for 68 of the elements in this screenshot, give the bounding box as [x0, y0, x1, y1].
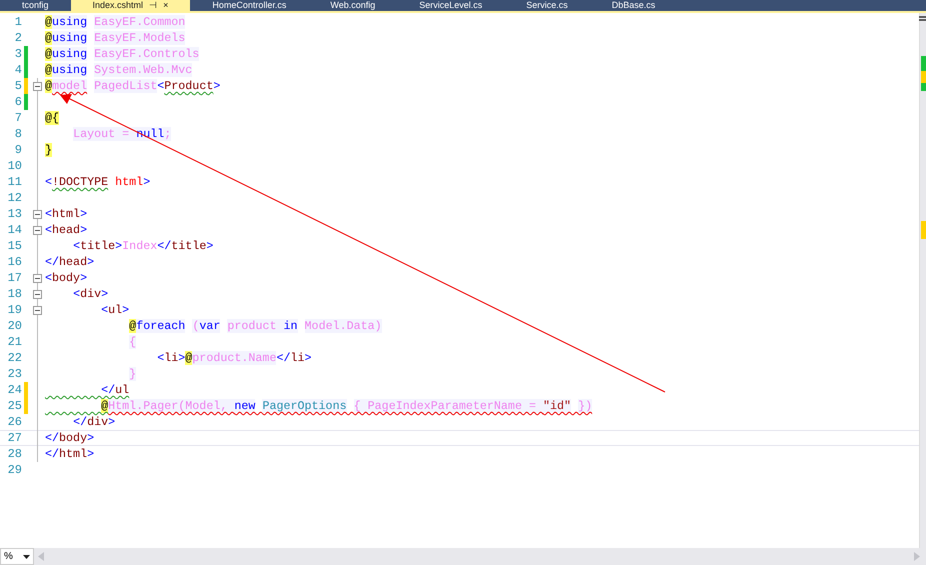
code-line: <html>: [45, 207, 88, 221]
code-line: <div>: [72, 287, 108, 301]
line-number: 25: [6, 399, 22, 413]
line-number: 14: [6, 223, 22, 237]
scrollbar-change-marker: [921, 221, 926, 239]
line-number: 2: [14, 31, 22, 45]
line-number: 1: [14, 15, 22, 29]
code-line: <title>Index</title>: [72, 239, 214, 253]
file-tab[interactable]: ServiceLevel.cs: [397, 0, 504, 11]
code-line: <li>@product.Name</li>: [156, 351, 312, 365]
code-line: </html>: [45, 447, 94, 461]
line-number: 10: [6, 159, 22, 173]
line-number: 24: [6, 383, 22, 397]
line-number: 6: [14, 95, 22, 109]
file-tab[interactable]: HomeController.cs: [190, 0, 308, 11]
collapse-icon[interactable]: [33, 210, 42, 218]
line-number: 4: [14, 63, 22, 77]
split-icon[interactable]: [919, 15, 926, 23]
collapse-icon[interactable]: [33, 82, 42, 90]
line-number: 9: [14, 143, 22, 157]
line-number: 26: [6, 415, 22, 429]
code-line: <ul>: [100, 303, 130, 317]
zoom-dropdown[interactable]: %: [0, 548, 34, 565]
code-line: @using EasyEF.Controls: [45, 47, 200, 61]
line-number: 27: [6, 431, 22, 445]
line-number: 7: [14, 111, 22, 125]
line-number: 18: [6, 287, 22, 301]
code-line: </ul: [100, 383, 130, 397]
code-line: <head>: [45, 223, 88, 237]
line-number: 15: [6, 239, 22, 253]
line-number: 3: [14, 47, 22, 61]
file-tab[interactable]: Web.config: [308, 0, 398, 11]
code-line: <body>: [45, 271, 88, 285]
line-number: 29: [6, 463, 22, 477]
collapse-icon[interactable]: [33, 226, 42, 234]
line-number: 17: [6, 271, 22, 285]
scrollbar-change-marker: [921, 56, 926, 91]
line-number: 19: [6, 303, 22, 317]
line-number: 11: [6, 175, 22, 189]
code-line: @Html.Pager(Model, new PagerOptions { PageIndexParameterName = "id" }): [100, 399, 592, 413]
line-number: 5: [14, 79, 22, 93]
caret-icon: [23, 554, 30, 558]
code-line: @model PagedList<Product>: [45, 79, 220, 93]
collapse-icon[interactable]: [33, 306, 42, 314]
file-tab[interactable]: tconfig: [0, 0, 71, 11]
code-line: @foreach (var product in Model.Data): [128, 319, 382, 333]
line-number: 22: [6, 351, 22, 365]
file-tab[interactable]: Service.cs: [504, 0, 590, 11]
file-tab[interactable]: Index.cshtml ⊣ ×: [70, 0, 190, 11]
code-line: @using EasyEF.Common: [45, 15, 186, 29]
line-number: 21: [6, 335, 22, 349]
line-number: 16: [6, 255, 22, 269]
collapse-icon[interactable]: [33, 290, 42, 298]
file-tab[interactable]: DbBase.cs: [590, 0, 678, 11]
line-number: 28: [6, 447, 22, 461]
code-line: </div>: [72, 415, 116, 429]
collapse-icon[interactable]: [33, 274, 42, 282]
code-line: <!DOCTYPE html>: [45, 175, 150, 189]
vertical-scrollbar[interactable]: [919, 13, 926, 548]
code-line: </body>: [45, 431, 94, 445]
line-number: 23: [6, 367, 22, 381]
line-number: 13: [6, 207, 22, 221]
line-number: 20: [6, 319, 22, 333]
code-line: @using EasyEF.Models: [45, 31, 186, 45]
line-number: 12: [6, 191, 22, 205]
line-number: 8: [14, 127, 22, 141]
code-line: </head>: [45, 255, 94, 269]
code-line: @using System.Web.Mvc: [45, 63, 192, 77]
